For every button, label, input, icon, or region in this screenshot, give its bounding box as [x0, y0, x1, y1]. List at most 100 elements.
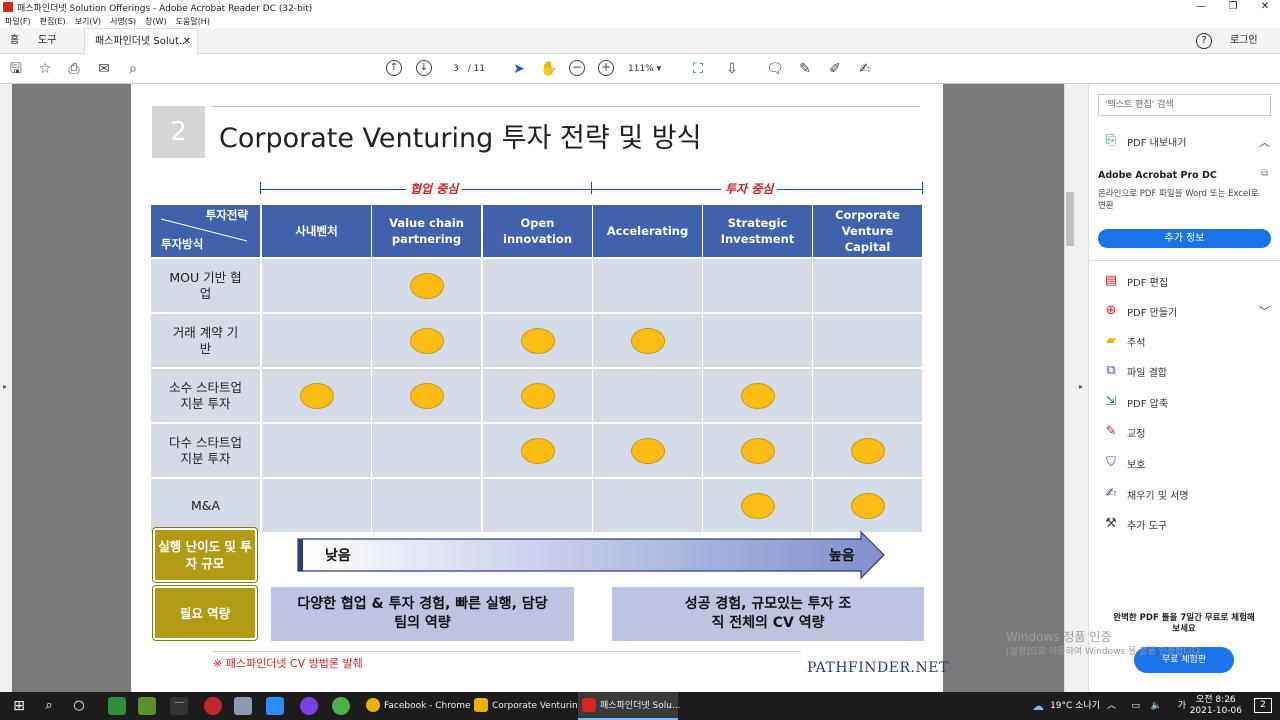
minimize-button[interactable]: —: [1186, 0, 1216, 14]
page-number-input[interactable]: 3: [447, 60, 465, 78]
zoom-out-icon[interactable]: −: [569, 60, 585, 76]
matrix-cell: [593, 369, 702, 422]
arrow-end-bracket: [922, 182, 923, 194]
ime-icon[interactable]: 가: [1178, 692, 1186, 720]
tab-home[interactable]: 홈: [10, 28, 19, 54]
sidebar-item-more-tools[interactable]: ⚒ 추가 도구: [1103, 515, 1167, 533]
right-panel-toggle[interactable]: ▸: [1076, 84, 1088, 692]
chevron-down-icon[interactable]: ﹀: [1259, 303, 1270, 319]
tools-search-input[interactable]: '텍스트 편집' 검색: [1098, 94, 1271, 116]
clock[interactable]: 오전 8:26 2021-10-06: [1190, 695, 1242, 717]
zoom-app-icon[interactable]: [266, 697, 284, 715]
corner-header: 투자전략 투자방식: [151, 205, 260, 257]
applicable-marker: [410, 383, 444, 409]
fit-page-icon[interactable]: ⛶: [689, 60, 707, 78]
signature-icon: ✍: [1105, 486, 1117, 501]
search-icon[interactable]: ⌕: [40, 697, 58, 715]
chevron-up-icon[interactable]: ︿: [1259, 134, 1270, 150]
close-window-button[interactable]: ✕: [1250, 0, 1280, 14]
tray-expand-icon[interactable]: ︿: [1107, 692, 1116, 720]
app-icon-terminal[interactable]: —: [170, 697, 188, 715]
weather-label[interactable]: 19°C 소나기: [1050, 692, 1100, 720]
app-icon-red[interactable]: [204, 697, 222, 715]
app-icon-gray[interactable]: [234, 697, 252, 715]
zoom-select[interactable]: 111% ▾: [628, 60, 676, 78]
more-info-button[interactable]: 추가 정보: [1098, 229, 1271, 248]
zoom-value: 111%: [628, 64, 654, 74]
pen-icon[interactable]: ✎: [796, 60, 814, 78]
combine-files-icon: ⧉: [1106, 363, 1116, 378]
sidebar-item-compress[interactable]: ⇲ PDF 압축: [1103, 393, 1169, 411]
task-acrobat[interactable]: 패스파인더넷 Solu...: [578, 692, 681, 720]
app-icon-green[interactable]: [108, 697, 126, 715]
matrix-cell: [813, 369, 922, 422]
zoom-in-icon[interactable]: +: [598, 60, 614, 76]
menu-file[interactable]: 파일(F): [5, 16, 31, 27]
prev-page-icon[interactable]: ↑: [386, 60, 402, 76]
menu-edit[interactable]: 편집(E): [40, 16, 66, 27]
applicable-marker: [521, 438, 555, 464]
promo-title: Adobe Acrobat Pro DC: [1098, 170, 1217, 181]
menu-help[interactable]: 도움말(H): [176, 16, 210, 27]
left-panel-toggle[interactable]: ▸: [0, 84, 12, 692]
scroll-mode-icon[interactable]: ⇩: [723, 60, 741, 78]
menu-view[interactable]: 보기(V): [75, 16, 101, 27]
save-icon[interactable]: 🖫: [7, 60, 25, 78]
sidebar-item-create-pdf[interactable]: ⊕ PDF 만들기: [1103, 302, 1178, 320]
menu-window[interactable]: 창(W): [145, 16, 167, 27]
restore-button[interactable]: ❐: [1218, 0, 1248, 14]
dismiss-promo-icon[interactable]: ⧉: [1261, 168, 1268, 179]
select-cursor-icon[interactable]: ➤: [510, 60, 528, 78]
sign-icon[interactable]: ✍: [856, 60, 874, 78]
arrow-start-bracket: [260, 182, 261, 194]
sidebar-item-redact[interactable]: ✎ 교정: [1103, 423, 1146, 441]
app-icon-olive[interactable]: [138, 697, 156, 715]
sidebar-item-edit-pdf[interactable]: ▤ PDF 편집: [1103, 272, 1168, 290]
windows-start-icon[interactable]: ⊞: [10, 697, 28, 715]
sidebar-item-combine[interactable]: ⧉ 파일 결합: [1103, 362, 1167, 380]
export-pdf-tool[interactable]: ⎘ PDF 내보내기: [1103, 132, 1187, 150]
close-tab-icon[interactable]: ✕: [183, 29, 191, 55]
matrix-cell: [483, 479, 592, 532]
sidebar-item-protect[interactable]: ⛉ 보호: [1103, 454, 1145, 472]
network-icon[interactable]: ▭: [1131, 692, 1140, 720]
bookmark-star-icon[interactable]: ☆: [36, 60, 54, 78]
volume-icon[interactable]: 🔈: [1151, 692, 1162, 720]
search-icon[interactable]: ⌕: [124, 60, 142, 78]
matrix-cell: [593, 259, 702, 312]
acrobat-app-icon: [3, 2, 13, 12]
applicable-marker: [631, 438, 665, 464]
chevron-down-icon: ▾: [656, 64, 662, 74]
hand-tool-icon[interactable]: ✋: [540, 60, 558, 78]
tab-document[interactable]: 패스파인더넷 Solut... ✕: [84, 28, 198, 54]
matrix-cell: [813, 314, 922, 367]
print-icon[interactable]: ⎙: [65, 60, 83, 78]
login-button[interactable]: 로그인: [1230, 28, 1258, 54]
page-total: / 11: [467, 64, 486, 74]
clock-date: 2021-10-06: [1189, 706, 1242, 716]
next-page-icon[interactable]: ↓: [416, 60, 432, 76]
app-icon-circle-green[interactable]: [332, 697, 350, 715]
email-icon[interactable]: ✉: [95, 60, 113, 78]
task-chrome[interactable]: Facebook - Chrome: [362, 692, 471, 720]
capability-left-box: 다양한 협업 & 투자 경험, 빠른 실행, 담당 팀의 역량: [271, 587, 574, 641]
sidebar-item-label: PDF 만들기: [1127, 307, 1178, 319]
notification-icon[interactable]: 2: [1254, 698, 1272, 713]
header-rule: [212, 106, 920, 107]
vertical-scrollbar[interactable]: [1064, 84, 1076, 692]
sidebar-item-fill-sign[interactable]: ✍ 채우기 및 서명: [1103, 485, 1189, 503]
arrow-mid-bracket: [591, 182, 592, 194]
help-icon[interactable]: ?: [1196, 33, 1212, 49]
capability-label-box: 필요 역량: [152, 585, 258, 641]
highlight-icon[interactable]: ✐: [826, 60, 844, 78]
task-word[interactable]: Corporate Venturin...: [470, 692, 586, 720]
tab-tools[interactable]: 도구: [38, 28, 56, 54]
applicable-marker: [741, 383, 775, 409]
task-view-icon[interactable]: ○: [70, 697, 88, 715]
matrix-cell: [262, 424, 371, 477]
messenger-icon[interactable]: [300, 697, 318, 715]
comment-icon[interactable]: 🗨: [766, 60, 784, 78]
menu-sign[interactable]: 서명(S): [110, 16, 136, 27]
sidebar-item-comment[interactable]: ▰ 주석: [1103, 332, 1145, 350]
scrollbar-thumb[interactable]: [1066, 192, 1074, 246]
